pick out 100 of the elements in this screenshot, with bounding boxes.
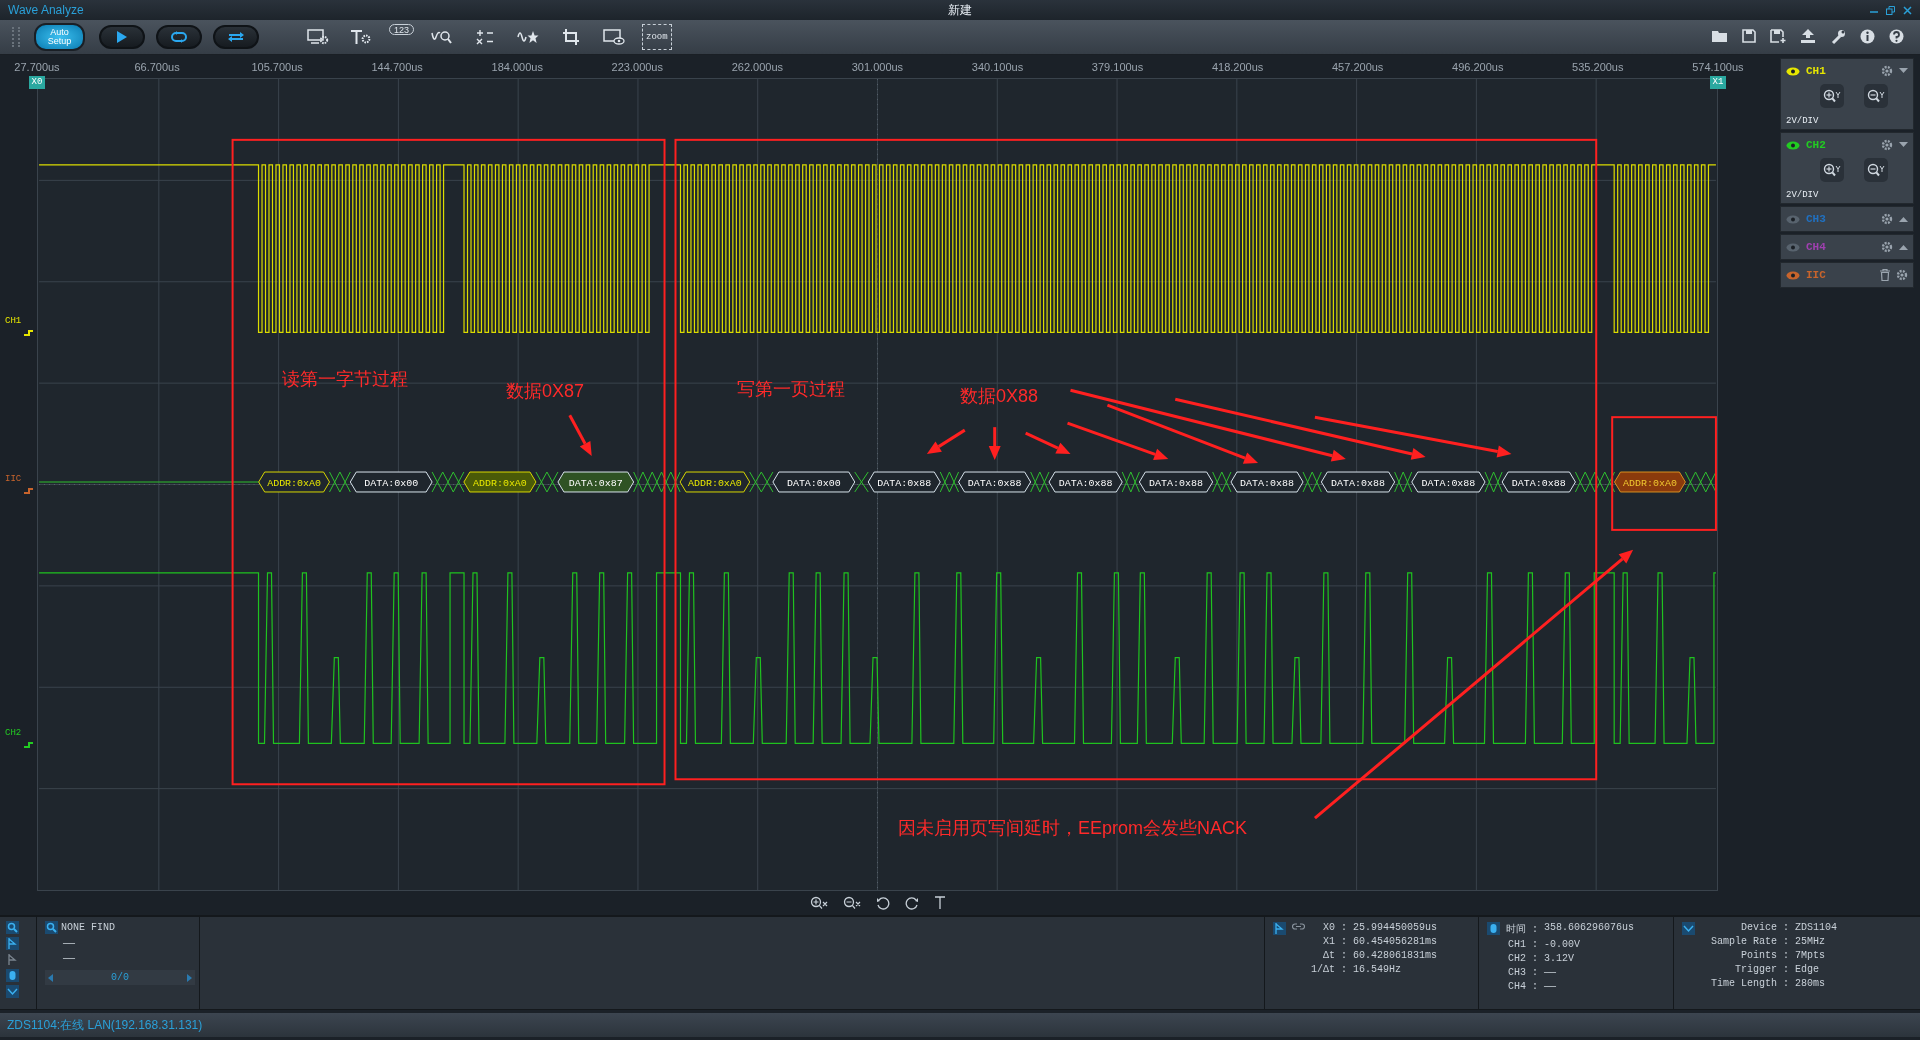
vertical-zoom-in-button[interactable]: [1820, 84, 1844, 108]
time-axis-label: 223.000us: [610, 60, 664, 73]
swap-button[interactable]: [213, 25, 259, 49]
eye-icon[interactable]: [1786, 140, 1800, 150]
trace-label: CH1: [5, 316, 22, 326]
time-axis-label: 457.200us: [1331, 60, 1385, 73]
search-status: NONE FIND: [61, 922, 115, 933]
offset-marker-icon[interactable]: [24, 742, 33, 750]
network-icon[interactable]: [6, 985, 19, 998]
vertical-zoom-out-button[interactable]: [1864, 158, 1888, 182]
previous-icon[interactable]: [48, 973, 53, 982]
search-result: ——: [63, 953, 76, 964]
mouse-icon[interactable]: [6, 969, 19, 982]
math-operators-icon: [476, 29, 495, 45]
run-button[interactable]: [99, 25, 145, 49]
link-icon[interactable]: [1292, 922, 1305, 931]
gear-icon[interactable]: [1881, 139, 1893, 151]
channel-name[interactable]: IIC: [1806, 269, 1826, 281]
next-icon[interactable]: [187, 973, 192, 982]
caret-icon[interactable]: [1899, 68, 1908, 74]
info-value: 280ms: [1795, 978, 1827, 989]
zoom-button[interactable]: zoom: [642, 24, 672, 50]
readout-value: 60.428061831ms: [1353, 950, 1438, 961]
info-value: Edge: [1795, 964, 1821, 975]
gear-icon[interactable]: [1881, 65, 1893, 77]
gear-icon[interactable]: [1881, 241, 1893, 253]
readout-value: 25.994450059us: [1353, 922, 1438, 933]
rotate-left-icon[interactable]: [875, 896, 890, 910]
loop-icon: [170, 31, 188, 43]
trash-icon[interactable]: [1880, 269, 1890, 281]
channel-name[interactable]: CH1: [1806, 65, 1826, 77]
readout-label: X0 :: [1322, 922, 1347, 933]
channel-name[interactable]: CH2: [1806, 139, 1826, 151]
cursor-y-icon[interactable]: [6, 953, 19, 966]
search-result: ——: [63, 938, 76, 949]
channel-name[interactable]: CH3: [1806, 213, 1826, 225]
help-icon[interactable]: [1889, 29, 1904, 44]
text-gear-icon: [350, 29, 372, 45]
zoom-in-icon[interactable]: [809, 896, 828, 910]
annotation-text: 数据0X88: [960, 385, 1039, 408]
wave-star-icon: [517, 29, 540, 45]
arrow: [926, 428, 966, 455]
cursor-x-icon[interactable]: [1273, 922, 1286, 935]
info-label: Time Length :: [1711, 978, 1789, 989]
time-axis-label: 27.700us: [13, 60, 61, 73]
network-icon[interactable]: [1682, 922, 1695, 935]
readout-label: 时间 :: [1506, 923, 1538, 936]
cursor-marker[interactable]: X0: [29, 76, 45, 89]
mouse-icon[interactable]: [1487, 922, 1500, 935]
cursor-x-icon[interactable]: [6, 937, 19, 950]
wrench-icon[interactable]: [1830, 29, 1846, 45]
save-icon[interactable]: [1742, 29, 1756, 43]
readout-label: Δt :: [1322, 950, 1347, 961]
readout-label: X1 :: [1322, 936, 1347, 947]
caret-icon[interactable]: [1899, 244, 1908, 250]
app-title: Wave Analyze: [8, 3, 84, 17]
readout-value: 358.606296076us: [1544, 922, 1635, 935]
vertical-zoom-out-button[interactable]: [1864, 84, 1888, 108]
decode-segment: DATA:0x00: [349, 471, 433, 493]
info-icon[interactable]: [1860, 29, 1875, 44]
save-as-icon[interactable]: [1770, 29, 1786, 43]
vertical-zoom-in-button[interactable]: [1820, 158, 1844, 182]
offset-marker-icon[interactable]: [24, 488, 33, 496]
search-icon[interactable]: [6, 921, 19, 934]
gear-icon[interactable]: [1896, 269, 1908, 281]
offset-marker-icon[interactable]: [24, 330, 33, 338]
channel-name[interactable]: CH4: [1806, 241, 1826, 253]
toolbar-grip[interactable]: [12, 27, 20, 47]
time-axis-label: 379.100us: [1090, 60, 1145, 73]
time-axis-label: 574.100us: [1691, 60, 1745, 73]
zoom-out-icon[interactable]: [842, 896, 861, 910]
swap-arrows-icon: [227, 31, 245, 43]
decode-segment: DATA:0x88: [1048, 471, 1123, 493]
play-icon: [117, 31, 127, 43]
close-icon[interactable]: [1903, 5, 1912, 15]
readout-label: CH3 :: [1507, 967, 1538, 978]
pin-icon[interactable]: [933, 896, 946, 910]
cursor-marker[interactable]: X1: [1710, 76, 1726, 89]
time-axis-label: 535.200us: [1571, 60, 1625, 73]
time-axis-label: 418.200us: [1210, 60, 1265, 73]
decode-segment: DATA:0x87: [557, 471, 635, 493]
zoom-in-icon: [1823, 163, 1841, 177]
repeat-button[interactable]: [156, 25, 202, 49]
search-page: 0/0: [111, 972, 129, 983]
readout-label: 1/Δt :: [1311, 964, 1347, 975]
restore-icon[interactable]: [1886, 5, 1895, 15]
auto-setup-button[interactable]: Auto Setup: [34, 23, 85, 51]
gear-icon[interactable]: [1881, 213, 1893, 225]
search-icon[interactable]: [45, 921, 58, 934]
caret-icon[interactable]: [1899, 142, 1908, 148]
eye-icon[interactable]: [1786, 66, 1800, 76]
annotation-text: 写第一页过程: [737, 378, 845, 401]
rotate-right-icon[interactable]: [904, 896, 919, 910]
time-axis-label: 144.700us: [370, 60, 424, 73]
wave-search-icon: [431, 29, 454, 45]
folder-icon[interactable]: [1712, 29, 1728, 43]
upload-icon[interactable]: [1800, 29, 1816, 43]
caret-icon[interactable]: [1899, 216, 1908, 222]
time-axis-label: 340.100us: [970, 60, 1025, 73]
decode-segment: DATA:0x88: [1320, 471, 1396, 493]
